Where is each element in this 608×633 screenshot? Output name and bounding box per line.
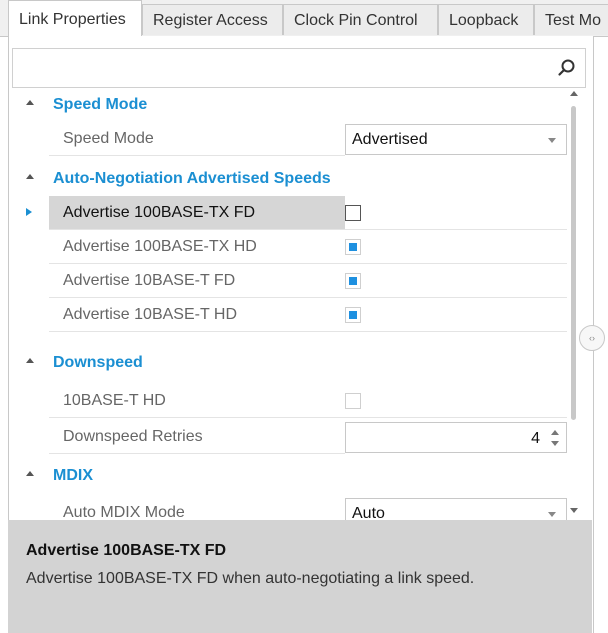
category-label: MDIX <box>53 467 93 484</box>
tab-loopback[interactable]: Loopback <box>438 4 534 35</box>
description-panel: Advertise 100BASE-TX FD Advertise 100BAS… <box>8 520 592 633</box>
property-value-cell <box>345 230 567 264</box>
property-row-advertise-100base-tx-hd[interactable]: Advertise 100BASE-TX HD <box>12 230 567 264</box>
splitter-handle-icon[interactable]: ‹› <box>579 325 605 351</box>
collapse-arrow-icon[interactable] <box>26 471 34 476</box>
increment-arrow-icon[interactable] <box>551 430 559 435</box>
tab-clock-pin-control[interactable]: Clock Pin Control <box>283 4 438 35</box>
scroll-down-icon[interactable] <box>570 508 578 513</box>
scroll-up-icon[interactable] <box>570 91 578 96</box>
property-row-advertise-10base-t-hd[interactable]: Advertise 10BASE-T HD <box>12 298 567 332</box>
decrement-arrow-icon[interactable] <box>551 441 559 446</box>
chevron-down-icon[interactable] <box>548 512 556 517</box>
tab-register-access[interactable]: Register Access <box>142 4 283 35</box>
category-label: Speed Mode <box>53 96 148 113</box>
tab-link-properties[interactable]: Link Properties <box>8 0 142 36</box>
property-label[interactable]: Advertise 10BASE-T HD <box>49 298 345 332</box>
chevron-down-icon[interactable] <box>548 138 556 143</box>
property-label: Speed Mode <box>49 122 345 156</box>
tab-test-mode[interactable]: Test Mo <box>534 4 608 35</box>
property-label: Downspeed Retries <box>49 420 345 454</box>
description-title: Advertise 100BASE-TX FD <box>26 542 227 559</box>
vertical-scrollbar[interactable] <box>568 88 580 520</box>
downspeed-retries-stepper[interactable]: 4 <box>345 422 567 453</box>
advertise-10base-t-fd-checkbox[interactable] <box>345 273 361 289</box>
tab-bar: Link Properties Register Access Clock Pi… <box>0 0 608 37</box>
search-input[interactable] <box>12 48 586 88</box>
collapse-arrow-icon[interactable] <box>26 358 34 363</box>
select-value: Auto <box>352 505 385 520</box>
property-label[interactable]: Advertise 10BASE-T FD <box>49 264 345 298</box>
category-mdix[interactable]: MDIX <box>12 459 567 493</box>
property-label: Auto MDIX Mode <box>49 496 345 520</box>
description-text: Advertise 100BASE-TX FD when auto-negoti… <box>26 570 475 587</box>
property-value-cell <box>345 196 567 230</box>
stepper-value: 4 <box>531 430 540 447</box>
category-downspeed[interactable]: Downspeed <box>12 346 567 380</box>
property-label[interactable]: Advertise 100BASE-TX HD <box>49 230 345 264</box>
speed-mode-select[interactable]: Advertised <box>345 124 567 155</box>
scroll-thumb[interactable] <box>571 106 576 420</box>
select-value: Advertised <box>352 131 428 148</box>
collapse-arrow-icon[interactable] <box>26 100 34 105</box>
property-row-downspeed-retries: Downspeed Retries 4 <box>12 420 567 454</box>
advertise-10base-t-hd-checkbox[interactable] <box>345 307 361 323</box>
property-row-advertise-10base-t-fd[interactable]: Advertise 10BASE-T FD <box>12 264 567 298</box>
collapse-arrow-icon[interactable] <box>26 174 34 179</box>
property-value-cell <box>345 384 567 418</box>
category-speed-mode[interactable]: Speed Mode <box>12 88 567 122</box>
property-label[interactable]: 10BASE-T HD <box>49 384 345 418</box>
search-icon[interactable] <box>557 58 577 78</box>
property-row-10base-t-hd[interactable]: 10BASE-T HD <box>12 384 567 418</box>
auto-mdix-select[interactable]: Auto <box>345 498 567 520</box>
category-auto-negotiation[interactable]: Auto-Negotiation Advertised Speeds <box>12 162 567 196</box>
property-row-advertise-100base-tx-fd[interactable]: Advertise 100BASE-TX FD <box>12 196 567 230</box>
stepper-arrows <box>550 429 560 449</box>
property-row-speed-mode: Speed Mode Advertised <box>12 122 567 156</box>
category-label: Auto-Negotiation Advertised Speeds <box>53 170 331 187</box>
property-grid: Speed Mode Speed Mode Advertised Auto-Ne… <box>12 88 586 520</box>
advertise-100base-tx-hd-checkbox[interactable] <box>345 239 361 255</box>
category-label: Downspeed <box>53 354 143 371</box>
property-value-cell <box>345 264 567 298</box>
10base-t-hd-checkbox <box>345 393 361 409</box>
property-value-cell <box>345 298 567 332</box>
advertise-100base-tx-fd-checkbox[interactable] <box>345 205 361 221</box>
selected-row-indicator-icon <box>26 208 32 216</box>
property-label[interactable]: Advertise 100BASE-TX FD <box>49 196 345 230</box>
property-row-auto-mdix-mode: Auto MDIX Mode Auto <box>12 496 567 520</box>
